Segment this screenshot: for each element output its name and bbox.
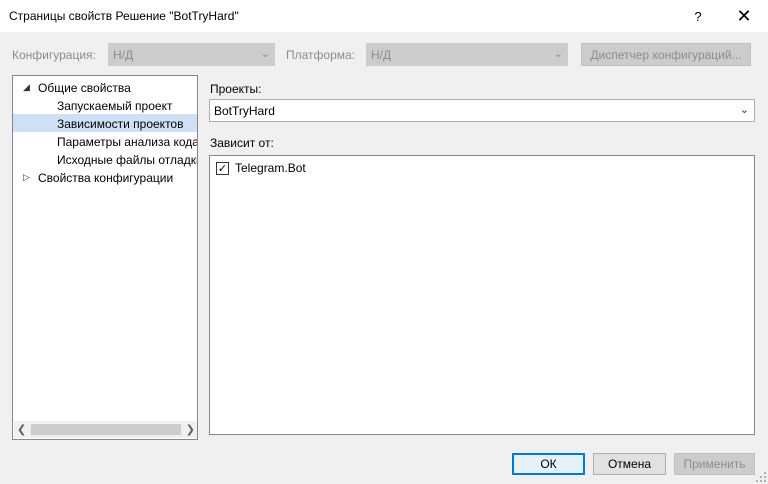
- projects-label: Проекты:: [210, 82, 262, 96]
- configuration-manager-button[interactable]: Диспетчер конфигураций...: [581, 43, 751, 66]
- configuration-value: Н/Д: [113, 48, 134, 62]
- projects-select[interactable]: BotTryHard ⌄: [209, 99, 755, 122]
- window-title: Страницы свойств Решение "BotTryHard": [9, 9, 239, 23]
- collapsed-triangle-icon[interactable]: ▷: [23, 172, 30, 183]
- chevron-down-icon: ⌄: [553, 48, 563, 60]
- help-icon: ?: [694, 8, 702, 24]
- help-button[interactable]: ?: [676, 0, 720, 32]
- tree-item-debug-sources[interactable]: Исходные файлы отладки: [13, 150, 197, 168]
- scroll-left-icon[interactable]: ❮: [17, 423, 26, 436]
- dependency-label: Telegram.Bot: [235, 161, 306, 175]
- resize-grip-icon[interactable]: [756, 472, 766, 482]
- chevron-down-icon: ⌄: [739, 104, 749, 116]
- configuration-select[interactable]: Н/Д ⌄: [108, 43, 275, 66]
- tree-item-code-analysis[interactable]: Параметры анализа кода: [13, 132, 197, 150]
- tree-item-label: Исходные файлы отладки: [57, 153, 197, 167]
- tree-item-startup-project[interactable]: Запускаемый проект: [13, 96, 197, 114]
- expanded-triangle-icon[interactable]: ◢: [23, 82, 30, 93]
- configuration-label: Конфигурация:: [12, 48, 96, 62]
- tree-item-label: Общие свойства: [38, 81, 131, 95]
- platform-value: Н/Д: [371, 48, 392, 62]
- apply-button[interactable]: Применить: [674, 453, 755, 475]
- title-bar: Страницы свойств Решение "BotTryHard" ? …: [0, 0, 768, 32]
- chevron-down-icon: ⌄: [260, 48, 270, 60]
- depends-on-label: Зависит от:: [210, 136, 274, 150]
- ok-button[interactable]: ОК: [512, 453, 585, 475]
- cancel-button[interactable]: Отмена: [593, 453, 666, 475]
- dependencies-list[interactable]: ✓ Telegram.Bot: [209, 155, 755, 435]
- tree-item-label: Запускаемый проект: [57, 99, 173, 113]
- close-icon: ✕: [736, 6, 752, 26]
- property-tree[interactable]: ◢ Общие свойства Запускаемый проект Зави…: [12, 75, 198, 440]
- tree-item-configuration-properties[interactable]: ▷ Свойства конфигурации: [13, 168, 197, 186]
- dependency-checkbox[interactable]: ✓: [216, 161, 229, 175]
- platform-label: Платформа:: [286, 48, 356, 62]
- tree-item-label: Параметры анализа кода: [57, 135, 197, 149]
- tree-item-general[interactable]: ◢ Общие свойства: [13, 78, 197, 96]
- platform-select[interactable]: Н/Д ⌄: [366, 43, 568, 66]
- tree-item-project-dependencies[interactable]: Зависимости проектов: [13, 114, 197, 132]
- tree-item-label: Зависимости проектов: [57, 117, 184, 131]
- tree-item-label: Свойства конфигурации: [38, 171, 174, 185]
- projects-value: BotTryHard: [214, 104, 275, 118]
- scrollbar-thumb[interactable]: [31, 424, 181, 435]
- list-item[interactable]: ✓ Telegram.Bot: [216, 160, 306, 176]
- horizontal-scrollbar[interactable]: ❮ ❯: [14, 421, 197, 438]
- scroll-right-icon[interactable]: ❯: [186, 423, 195, 436]
- close-button[interactable]: ✕: [722, 0, 766, 32]
